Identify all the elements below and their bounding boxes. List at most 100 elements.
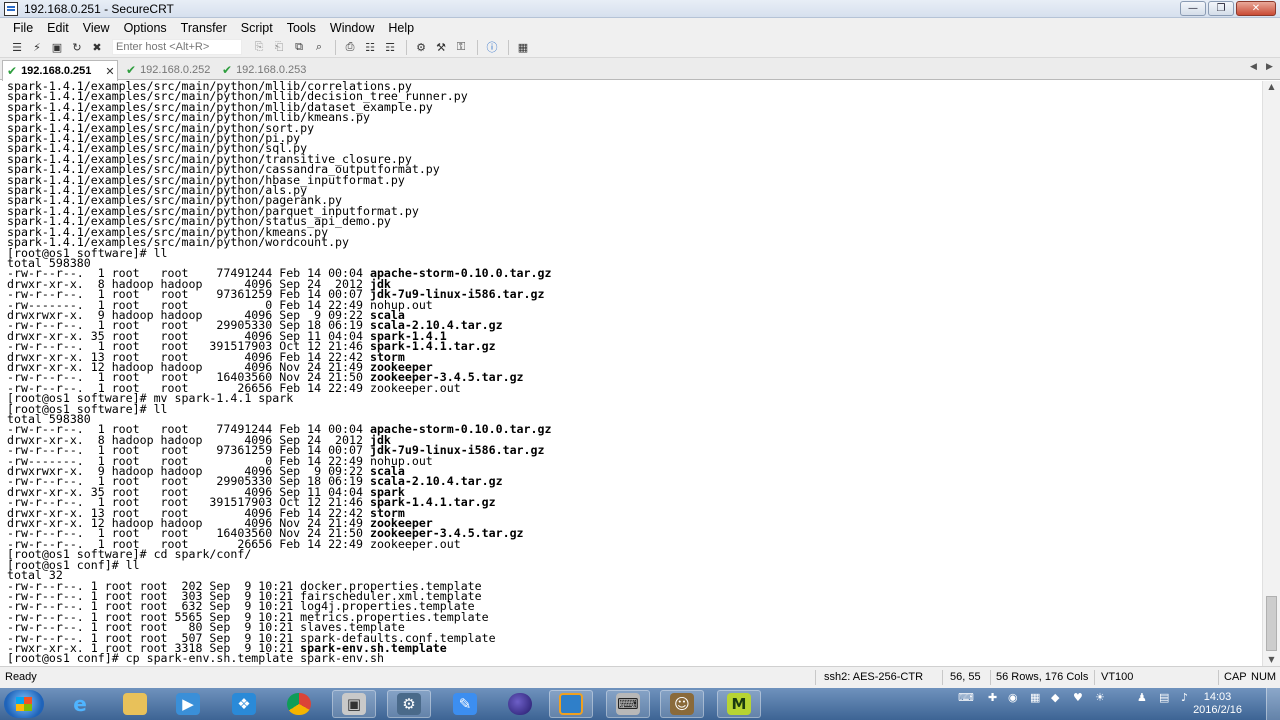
tray-app3-icon[interactable]: ▦ xyxy=(1030,691,1040,704)
menu-window[interactable]: Window xyxy=(323,21,381,35)
windows-taskbar: e ▶ ❖ ▣ ⚙ ✎ ⌨ ☺ M ⌨ ✚ ◉ ▦ ◆ ♥ ☀ ♟ ▤ ♪ 14… xyxy=(0,688,1280,720)
global-options-icon[interactable]: ⚒ xyxy=(432,39,450,55)
tray-user-icon[interactable]: ♟ xyxy=(1137,691,1147,704)
toolbar-separator xyxy=(406,39,407,55)
chrome-icon[interactable] xyxy=(277,690,321,718)
remote-desktop-icon[interactable]: ⚙ xyxy=(387,690,431,718)
menu-bar: File Edit View Options Transfer Script T… xyxy=(0,18,1280,37)
paste-icon[interactable]: ⎗ xyxy=(270,39,288,55)
menu-options[interactable]: Options xyxy=(117,21,174,35)
status-num-lock: NUM xyxy=(1251,671,1277,683)
securecrt-app-icon xyxy=(4,1,18,16)
tab-scroll-right-icon[interactable]: ▶ xyxy=(1266,62,1273,72)
menu-file[interactable]: File xyxy=(6,21,40,35)
sftp-icon[interactable]: ▦ xyxy=(514,39,532,55)
scroll-up-icon[interactable]: ▲ xyxy=(1263,81,1280,93)
tab-label: 192.168.0.252 xyxy=(140,64,211,76)
status-separator xyxy=(990,670,991,685)
tray-app2-icon[interactable]: ◉ xyxy=(1008,691,1018,704)
toolbar-separator xyxy=(477,39,478,55)
terminal-line: [root@os1 software]# mv spark-1.4.1 spar… xyxy=(7,392,1262,404)
terminal-line: [root@os1 software]# cd spark/conf/ xyxy=(7,548,1262,560)
status-cipher: ssh2: AES-256-CTR xyxy=(824,671,924,683)
terminal-dir-text: apache-storm-0.10.0.tar.gz xyxy=(369,266,552,281)
print-setup-icon[interactable]: ☶ xyxy=(381,39,399,55)
connect-in-tab-icon[interactable]: ▣ xyxy=(48,39,66,55)
status-bar: Ready ssh2: AES-256-CTR 56, 55 56 Rows, … xyxy=(0,666,1280,688)
connect-icon[interactable]: ☰ xyxy=(8,39,26,55)
network-tool-icon[interactable]: ❖ xyxy=(222,690,266,718)
terminal-scrollbar[interactable]: ▲ ▼ xyxy=(1262,81,1280,666)
reconnect-icon[interactable]: ↻ xyxy=(68,39,86,55)
securecrt-icon[interactable]: ⌨ xyxy=(606,690,650,718)
terminal-output[interactable]: spark-1.4.1/examples/src/main/python/mll… xyxy=(0,81,1262,666)
status-cursor-position: 56, 55 xyxy=(950,671,981,683)
scroll-down-icon[interactable]: ▼ xyxy=(1263,654,1280,666)
connected-check-icon: ✔ xyxy=(7,64,18,78)
minimize-button[interactable]: — xyxy=(1180,1,1206,16)
tab-192-168-0-252[interactable]: ✔ 192.168.0.252 xyxy=(122,60,218,80)
copy-icon[interactable]: ⎘ xyxy=(250,39,268,55)
keymap-icon[interactable]: ⚿ xyxy=(452,39,470,55)
network-icon[interactable]: ▤ xyxy=(1159,691,1169,704)
connected-check-icon: ✔ xyxy=(222,63,233,77)
status-separator xyxy=(815,670,816,685)
scrollbar-thumb[interactable] xyxy=(1266,596,1277,651)
print-selection-icon[interactable]: ☷ xyxy=(361,39,379,55)
toolbar-separator xyxy=(508,39,509,55)
game-icon[interactable]: ☺ xyxy=(660,690,704,718)
menu-tools[interactable]: Tools xyxy=(280,21,323,35)
session-options-icon[interactable]: ⚙ xyxy=(412,39,430,55)
quick-connect-icon[interactable]: ⚡ xyxy=(28,39,46,55)
securecrt-session-icon[interactable]: ▣ xyxy=(332,690,376,718)
status-separator xyxy=(1094,670,1095,685)
tray-keyboard-icon[interactable]: ⌨ xyxy=(958,691,974,704)
status-terminal-size: 56 Rows, 176 Cols xyxy=(996,671,1089,683)
host-input[interactable]: Enter host <Alt+R> xyxy=(112,39,242,55)
window-controls: — ❐ ✕ xyxy=(1180,1,1276,16)
tray-app1-icon[interactable]: ✚ xyxy=(988,691,997,704)
status-ready: Ready xyxy=(5,671,37,683)
print-icon[interactable]: ⎙ xyxy=(341,39,359,55)
ie-icon[interactable]: e xyxy=(58,690,102,718)
window-title: 192.168.0.251 - SecureCRT xyxy=(24,1,174,16)
help-icon[interactable]: ⓘ xyxy=(483,39,501,55)
menu-transfer[interactable]: Transfer xyxy=(174,21,234,35)
terminal-line: spark-1.4.1/examples/src/main/python/wor… xyxy=(7,236,1262,248)
close-button[interactable]: ✕ xyxy=(1236,1,1276,16)
menu-script[interactable]: Script xyxy=(234,21,280,35)
clock-date: 2016/2/16 xyxy=(1193,704,1242,716)
start-button[interactable] xyxy=(4,690,44,718)
tab-close-icon[interactable]: ✕ xyxy=(105,65,114,78)
m-app-icon[interactable]: M xyxy=(717,690,761,718)
tab-192-168-0-251[interactable]: ✔ 192.168.0.251 ✕ xyxy=(2,60,118,81)
menu-edit[interactable]: Edit xyxy=(40,21,76,35)
eclipse-icon[interactable] xyxy=(498,690,542,718)
status-caps-lock: CAP xyxy=(1224,671,1247,683)
tab-192-168-0-253[interactable]: ✔ 192.168.0.253 xyxy=(218,60,314,80)
find-icon[interactable]: ⌕ xyxy=(310,39,328,55)
tab-label: 192.168.0.251 xyxy=(21,65,92,77)
paint-tool-icon[interactable]: ✎ xyxy=(443,690,487,718)
terminal-text-segment: [root@os1 conf]# cp spark-env.sh.templat… xyxy=(7,651,384,666)
toolbar-separator xyxy=(335,39,336,55)
toolbar: ☰ ⚡ ▣ ↻ ✖ Enter host <Alt+R> ⎘ ⎗ ⧉ ⌕ ⎙ ☷… xyxy=(0,37,1280,58)
media-player-icon[interactable]: ▶ xyxy=(166,690,210,718)
tray-app4-icon[interactable]: ◆ xyxy=(1051,691,1059,704)
show-desktop-button[interactable] xyxy=(1266,688,1280,720)
menu-help[interactable]: Help xyxy=(381,21,421,35)
disconnect-icon[interactable]: ✖ xyxy=(88,39,106,55)
maximize-button[interactable]: ❐ xyxy=(1208,1,1234,16)
tray-app6-icon[interactable]: ☀ xyxy=(1095,691,1105,704)
copy-paste-icon[interactable]: ⧉ xyxy=(290,39,308,55)
explorer-icon[interactable] xyxy=(113,690,157,718)
session-tabs: ✔ 192.168.0.251 ✕ ✔ 192.168.0.252 ✔ 192.… xyxy=(0,58,1280,81)
system-clock[interactable]: 14:03 2016/2/16 xyxy=(1193,691,1242,717)
connected-check-icon: ✔ xyxy=(126,63,137,77)
menu-view[interactable]: View xyxy=(76,21,117,35)
tab-scroll-left-icon[interactable]: ◀ xyxy=(1250,62,1257,72)
vbox-icon[interactable] xyxy=(549,690,593,718)
tray-app5-icon[interactable]: ♥ xyxy=(1073,691,1083,704)
status-emulation: VT100 xyxy=(1101,671,1134,683)
volume-icon[interactable]: ♪ xyxy=(1181,691,1188,704)
